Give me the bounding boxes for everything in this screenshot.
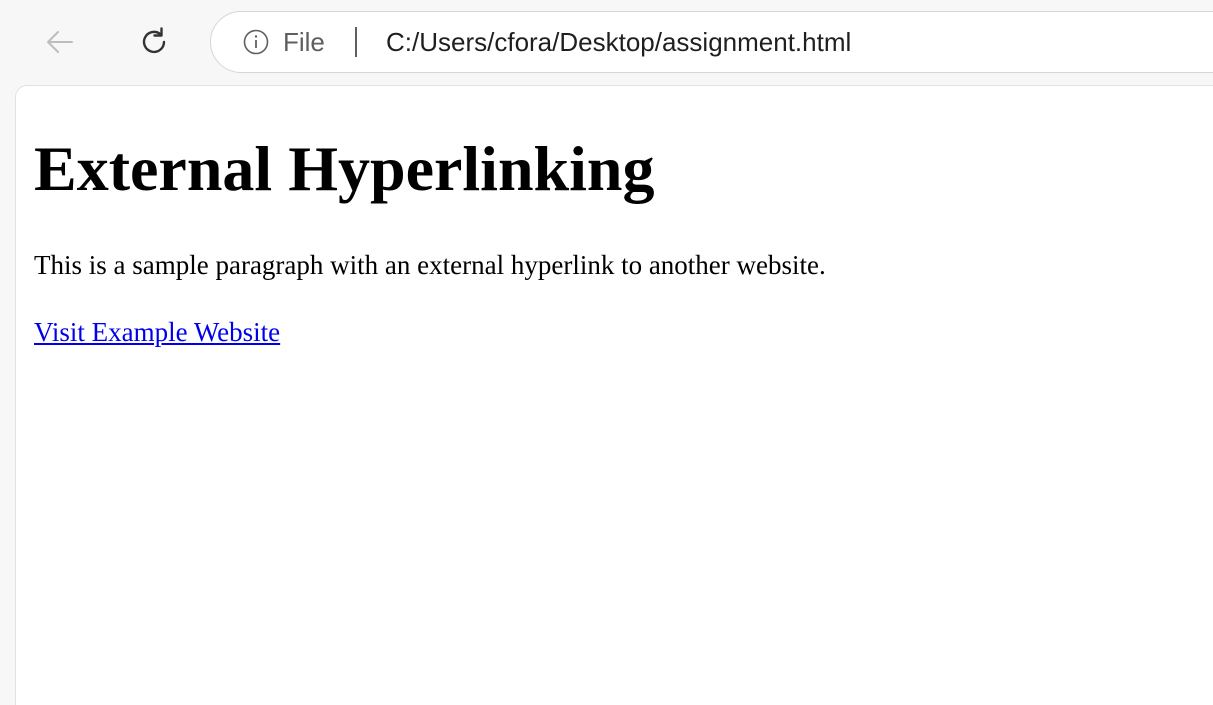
sample-paragraph: This is a sample paragraph with an exter… xyxy=(34,250,826,280)
browser-toolbar: File C:/Users/cfora/Desktop/assignment.h… xyxy=(0,0,1213,86)
scheme-label: File xyxy=(283,27,325,57)
reload-button[interactable] xyxy=(132,20,176,64)
reload-icon xyxy=(142,27,166,54)
example-website-link[interactable]: Visit Example Website xyxy=(34,315,280,349)
info-icon[interactable] xyxy=(243,29,269,55)
page-title: External Hyperlinking xyxy=(34,133,655,204)
page-viewport: External Hyperlinking This is a sample p… xyxy=(15,85,1213,705)
url-text[interactable]: C:/Users/cfora/Desktop/assignment.html xyxy=(386,27,851,57)
back-button[interactable] xyxy=(38,20,82,64)
arrow-left-icon xyxy=(47,31,73,53)
address-divider xyxy=(355,27,357,57)
address-bar[interactable]: File C:/Users/cfora/Desktop/assignment.h… xyxy=(210,11,1213,73)
